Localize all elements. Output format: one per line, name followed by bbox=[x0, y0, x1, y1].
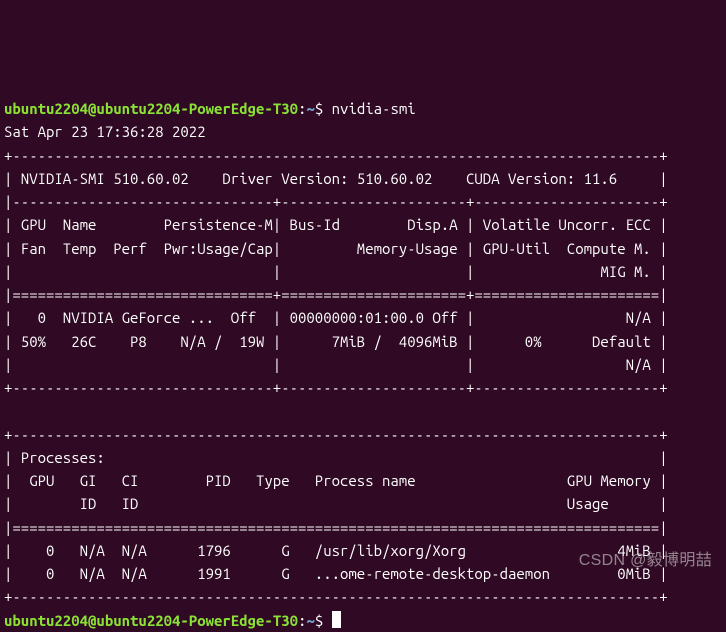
prompt2-dollar: $ bbox=[315, 612, 332, 629]
proc-header-1: | GPU GI CI PID Type Process name GPU Me… bbox=[4, 472, 668, 489]
prompt2-path: ~ bbox=[306, 612, 314, 629]
proc-border-top: +---------------------------------------… bbox=[4, 426, 668, 443]
prompt2-colon: : bbox=[298, 612, 306, 629]
proc-sep: |=======================================… bbox=[4, 519, 668, 536]
prompt2-at: @ bbox=[88, 612, 96, 629]
process-row-1: | 0 N/A N/A 1796 G /usr/lib/xorg/Xorg 4M… bbox=[4, 542, 668, 559]
blank-line bbox=[4, 402, 668, 419]
header-version-line: | NVIDIA-SMI 510.60.02 Driver Version: 5… bbox=[4, 170, 668, 187]
command-input[interactable]: nvidia-smi bbox=[332, 100, 416, 117]
output-timestamp: Sat Apr 23 17:36:28 2022 bbox=[4, 123, 206, 140]
table-sep1: |-------------------------------+-------… bbox=[4, 193, 668, 210]
prompt-path: ~ bbox=[306, 100, 314, 117]
gpu-row-1: | 0 NVIDIA GeForce ... Off | 00000000:01… bbox=[4, 309, 668, 326]
gpu-row-3: | | | N/A | bbox=[4, 356, 668, 373]
prompt2-host: ubuntu2204-PowerEdge-T30 bbox=[96, 612, 298, 629]
process-row-2: | 0 N/A N/A 1991 G ...ome-remote-desktop… bbox=[4, 565, 668, 582]
prompt-host: ubuntu2204-PowerEdge-T30 bbox=[96, 100, 298, 117]
table-border-mid: +-------------------------------+-------… bbox=[4, 379, 668, 396]
terminal-cursor[interactable] bbox=[332, 611, 341, 628]
column-header-1: | GPU Name Persistence-M| Bus-Id Disp.A … bbox=[4, 216, 668, 233]
proc-header-2: | ID ID Usage | bbox=[4, 495, 668, 512]
processes-title: | Processes: | bbox=[4, 449, 668, 466]
column-header-3: | | | MIG M. | bbox=[4, 263, 668, 280]
gpu-row-2: | 50% 26C P8 N/A / 19W | 7MiB / 4096MiB … bbox=[4, 333, 668, 350]
table-sep-eq: |===============================+=======… bbox=[4, 286, 668, 303]
table-border-top: +---------------------------------------… bbox=[4, 147, 668, 164]
proc-border-bottom: +---------------------------------------… bbox=[4, 588, 668, 605]
prompt-dollar: $ bbox=[315, 100, 332, 117]
prompt-user: ubuntu2204 bbox=[4, 100, 88, 117]
column-header-2: | Fan Temp Perf Pwr:Usage/Cap| Memory-Us… bbox=[4, 240, 668, 257]
prompt2-user: ubuntu2204 bbox=[4, 612, 88, 629]
